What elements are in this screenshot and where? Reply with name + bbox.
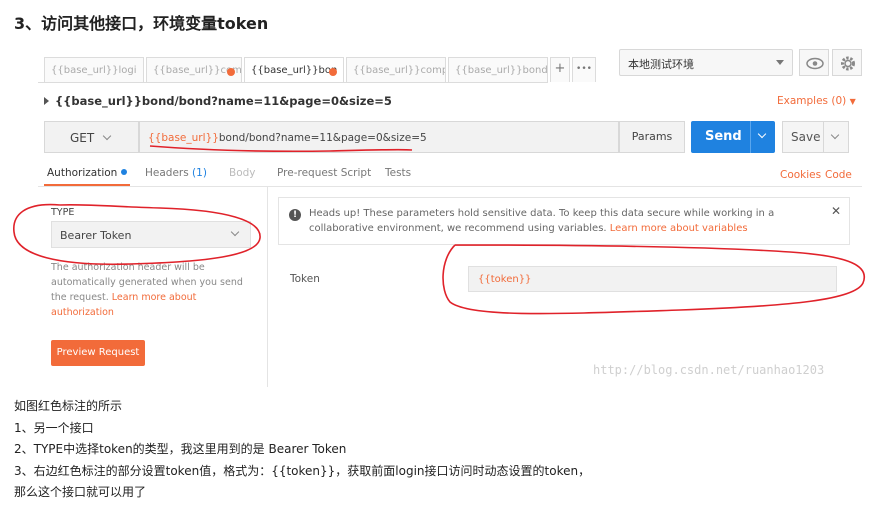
examples-dropdown[interactable]: Examples (0) ▼	[777, 95, 856, 107]
save-button[interactable]: Save	[782, 121, 849, 153]
tab-authorization[interactable]: Authorization	[47, 167, 128, 179]
tab-tests[interactable]: Tests	[385, 167, 411, 179]
request-tab-1[interactable]: {{base_url}}logi	[44, 57, 144, 82]
request-tab-5[interactable]: {{base_url}}bond/bas	[448, 57, 548, 82]
request-title[interactable]: {{base_url}}bond/bond?name=11&page=0&siz…	[44, 94, 392, 108]
auth-type-value: Bearer Token	[60, 229, 132, 242]
send-label: Send	[705, 129, 742, 144]
caret-down-icon	[776, 60, 784, 65]
caption-line: 如图红色标注的所示	[14, 399, 123, 413]
auth-type-pane: TYPE Bearer Token The authorization head…	[38, 187, 268, 387]
eye-icon	[806, 57, 824, 70]
learn-more-variables-link[interactable]: Learn more about variables	[610, 223, 748, 234]
request-title-text: {{base_url}}bond/bond?name=11&page=0&siz…	[55, 94, 392, 108]
save-label: Save	[791, 130, 821, 144]
caption-line: 1、另一个接口	[14, 420, 94, 435]
params-button[interactable]: Params	[619, 121, 685, 153]
send-divider	[750, 121, 751, 153]
auth-type-select[interactable]: Bearer Token	[51, 221, 251, 248]
watermark: http://blog.csdn.net/ruanhao1203	[593, 363, 825, 377]
preview-request-button[interactable]: Preview Request	[51, 340, 145, 366]
chevron-down-icon	[102, 131, 112, 141]
caption-line: 3、右边红色标注的部分设置token值，格式为：{{token}}，获取前面lo…	[14, 463, 591, 478]
sensitive-data-notice: ! Heads up! These parameters hold sensit…	[278, 197, 850, 245]
caption: 如图红色标注的所示 1、另一个接口 2、TYPE中选择token的类型，我这里用…	[14, 396, 590, 504]
more-tabs-button[interactable]: •••	[572, 57, 596, 82]
environment-select[interactable]: 本地测试环境	[619, 49, 793, 76]
info-icon: !	[289, 209, 301, 221]
headers-count: (1)	[192, 167, 207, 179]
auth-help-text: The authorization header will be automat…	[51, 260, 251, 320]
url-path: bond/bond?name=11&page=0&size=5	[218, 132, 427, 144]
tab-label: {{base_url}}bond/bas	[455, 65, 548, 76]
tab-headers-label: Headers	[145, 167, 189, 179]
unsaved-dot-icon	[227, 68, 235, 76]
request-tab-3[interactable]: {{base_url}}bon	[244, 57, 344, 82]
method-value: GET	[70, 131, 95, 145]
tab-label: {{base_url}}logi	[51, 65, 137, 76]
tab-label: {{base_url}}bon	[251, 65, 338, 76]
token-label: Token	[290, 273, 320, 285]
tab-authorization-label: Authorization	[47, 167, 118, 179]
type-label: TYPE	[51, 207, 75, 218]
caption-line: 那么这个接口就可以用了	[14, 485, 147, 500]
url-input[interactable]: {{base_url}}bond/bond?name=11&page=0&siz…	[139, 121, 619, 153]
code-link[interactable]: Code	[825, 169, 852, 181]
url-variable: {{base_url}}	[148, 132, 219, 144]
tab-pre-request-script[interactable]: Pre-request Script	[277, 167, 371, 179]
tab-headers[interactable]: Headers (1)	[145, 167, 207, 179]
add-tab-button[interactable]: +	[550, 57, 570, 82]
cookies-link[interactable]: Cookies	[780, 169, 821, 181]
environment-value: 本地测试环境	[628, 58, 694, 71]
chevron-down-icon[interactable]	[830, 130, 840, 140]
settings-button[interactable]	[832, 49, 862, 76]
save-divider	[823, 122, 824, 152]
chevron-down-icon	[230, 227, 240, 237]
page-heading: 3、访问其他接口，环境变量token	[14, 14, 269, 33]
chevron-down-icon[interactable]	[757, 129, 767, 139]
caption-line: 2、TYPE中选择token的类型，我这里用到的是 Bearer Token	[14, 442, 347, 457]
eye-button[interactable]	[799, 49, 829, 76]
expand-arrow-icon	[44, 97, 49, 105]
request-tab-4[interactable]: {{base_url}}company	[346, 57, 446, 82]
send-button[interactable]: Send	[691, 121, 775, 153]
close-icon[interactable]: ✕	[831, 204, 841, 219]
tab-label: {{base_url}}company	[353, 65, 445, 76]
request-tab-2[interactable]: {{base_url}}com	[146, 57, 242, 82]
tab-body[interactable]: Body	[229, 167, 256, 179]
postman-screenshot: {{base_url}}logi {{base_url}}com {{base_…	[38, 49, 862, 387]
method-select[interactable]: GET	[44, 121, 139, 153]
token-input[interactable]: {{token}}	[468, 266, 837, 292]
tabs-divider	[38, 82, 548, 83]
gear-icon	[841, 56, 855, 71]
unsaved-dot-icon	[329, 68, 337, 76]
active-dot-icon	[121, 169, 128, 175]
caret-down-icon: ▼	[849, 97, 856, 106]
examples-label: Examples (0)	[777, 95, 847, 107]
